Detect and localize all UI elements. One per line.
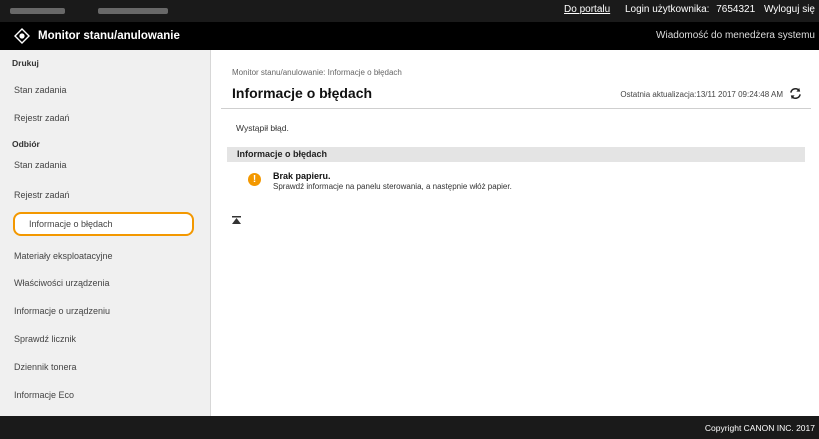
error-title: Brak papieru. — [273, 171, 331, 181]
error-description: Sprawdź informacje na panelu sterowania,… — [273, 182, 512, 191]
login-value: 7654321 — [716, 4, 756, 15]
portal-link[interactable]: Do portalu — [564, 4, 610, 15]
sidebar-item-print-job-status[interactable]: Stan zadania — [14, 85, 67, 95]
sidebar-item-receive-job-status[interactable]: Stan zadania — [14, 160, 67, 170]
remote-ui-logo-icon — [14, 28, 30, 44]
breadcrumb: Monitor stanu/anulowanie: Informacje o b… — [232, 68, 402, 77]
section-header-error-info: Informacje o błędach — [227, 147, 805, 162]
sidebar-item-device-information[interactable]: Informacje o urządzeniu — [14, 306, 110, 316]
sidebar-header-print: Drukuj — [12, 58, 39, 68]
sidebar-item-check-counter[interactable]: Sprawdź licznik — [14, 334, 76, 344]
status-text: Wystąpił błąd. — [236, 123, 289, 133]
logout-link[interactable]: Wyloguj się — [764, 4, 815, 15]
scroll-to-top-icon[interactable] — [232, 216, 241, 224]
title-bar: Monitor stanu/anulowanie Wiadomość do me… — [0, 22, 819, 50]
top-bar: Do portalu Login użytkownika: 7654321 Wy… — [0, 0, 819, 22]
refresh-icon[interactable] — [789, 87, 802, 100]
message-to-admin-link[interactable]: Wiadomość do menedżera systemu — [656, 30, 815, 41]
sidebar-item-print-job-log[interactable]: Rejestr zadań — [14, 113, 70, 123]
warning-icon: ! — [248, 173, 261, 186]
sidebar-header-receive: Odbiór — [12, 139, 40, 149]
sidebar-item-eco-information[interactable]: Informacje Eco — [14, 390, 74, 400]
sidebar-item-device-features[interactable]: Właściwości urządzenia — [14, 278, 110, 288]
title-divider — [221, 108, 811, 109]
footer: Copyright CANON INC. 2017 — [0, 416, 819, 439]
sidebar: Drukuj Stan zadania Rejestr zadań Odbiór… — [0, 50, 211, 416]
page-title: Informacje o błędach — [232, 85, 373, 101]
sidebar-item-toner-log[interactable]: Dziennik tonera — [14, 362, 77, 372]
last-update-text: Ostatnia aktualizacja:13/11 2017 09:24:4… — [620, 90, 783, 99]
sidebar-item-error-information[interactable]: Informacje o błędach — [13, 212, 194, 236]
login-label: Login użytkownika: — [624, 4, 710, 15]
top-links: Do portalu Login użytkownika: 7654321 Wy… — [564, 4, 815, 15]
sidebar-item-receive-job-log[interactable]: Rejestr zadań — [14, 190, 70, 200]
sidebar-item-consumables[interactable]: Materiały eksploatacyjne — [14, 251, 113, 261]
blurred-device-name — [10, 8, 65, 14]
app-title: Monitor stanu/anulowanie — [38, 30, 180, 42]
copyright-text: Copyright CANON INC. 2017 — [704, 423, 815, 433]
blurred-device-address — [98, 8, 168, 14]
